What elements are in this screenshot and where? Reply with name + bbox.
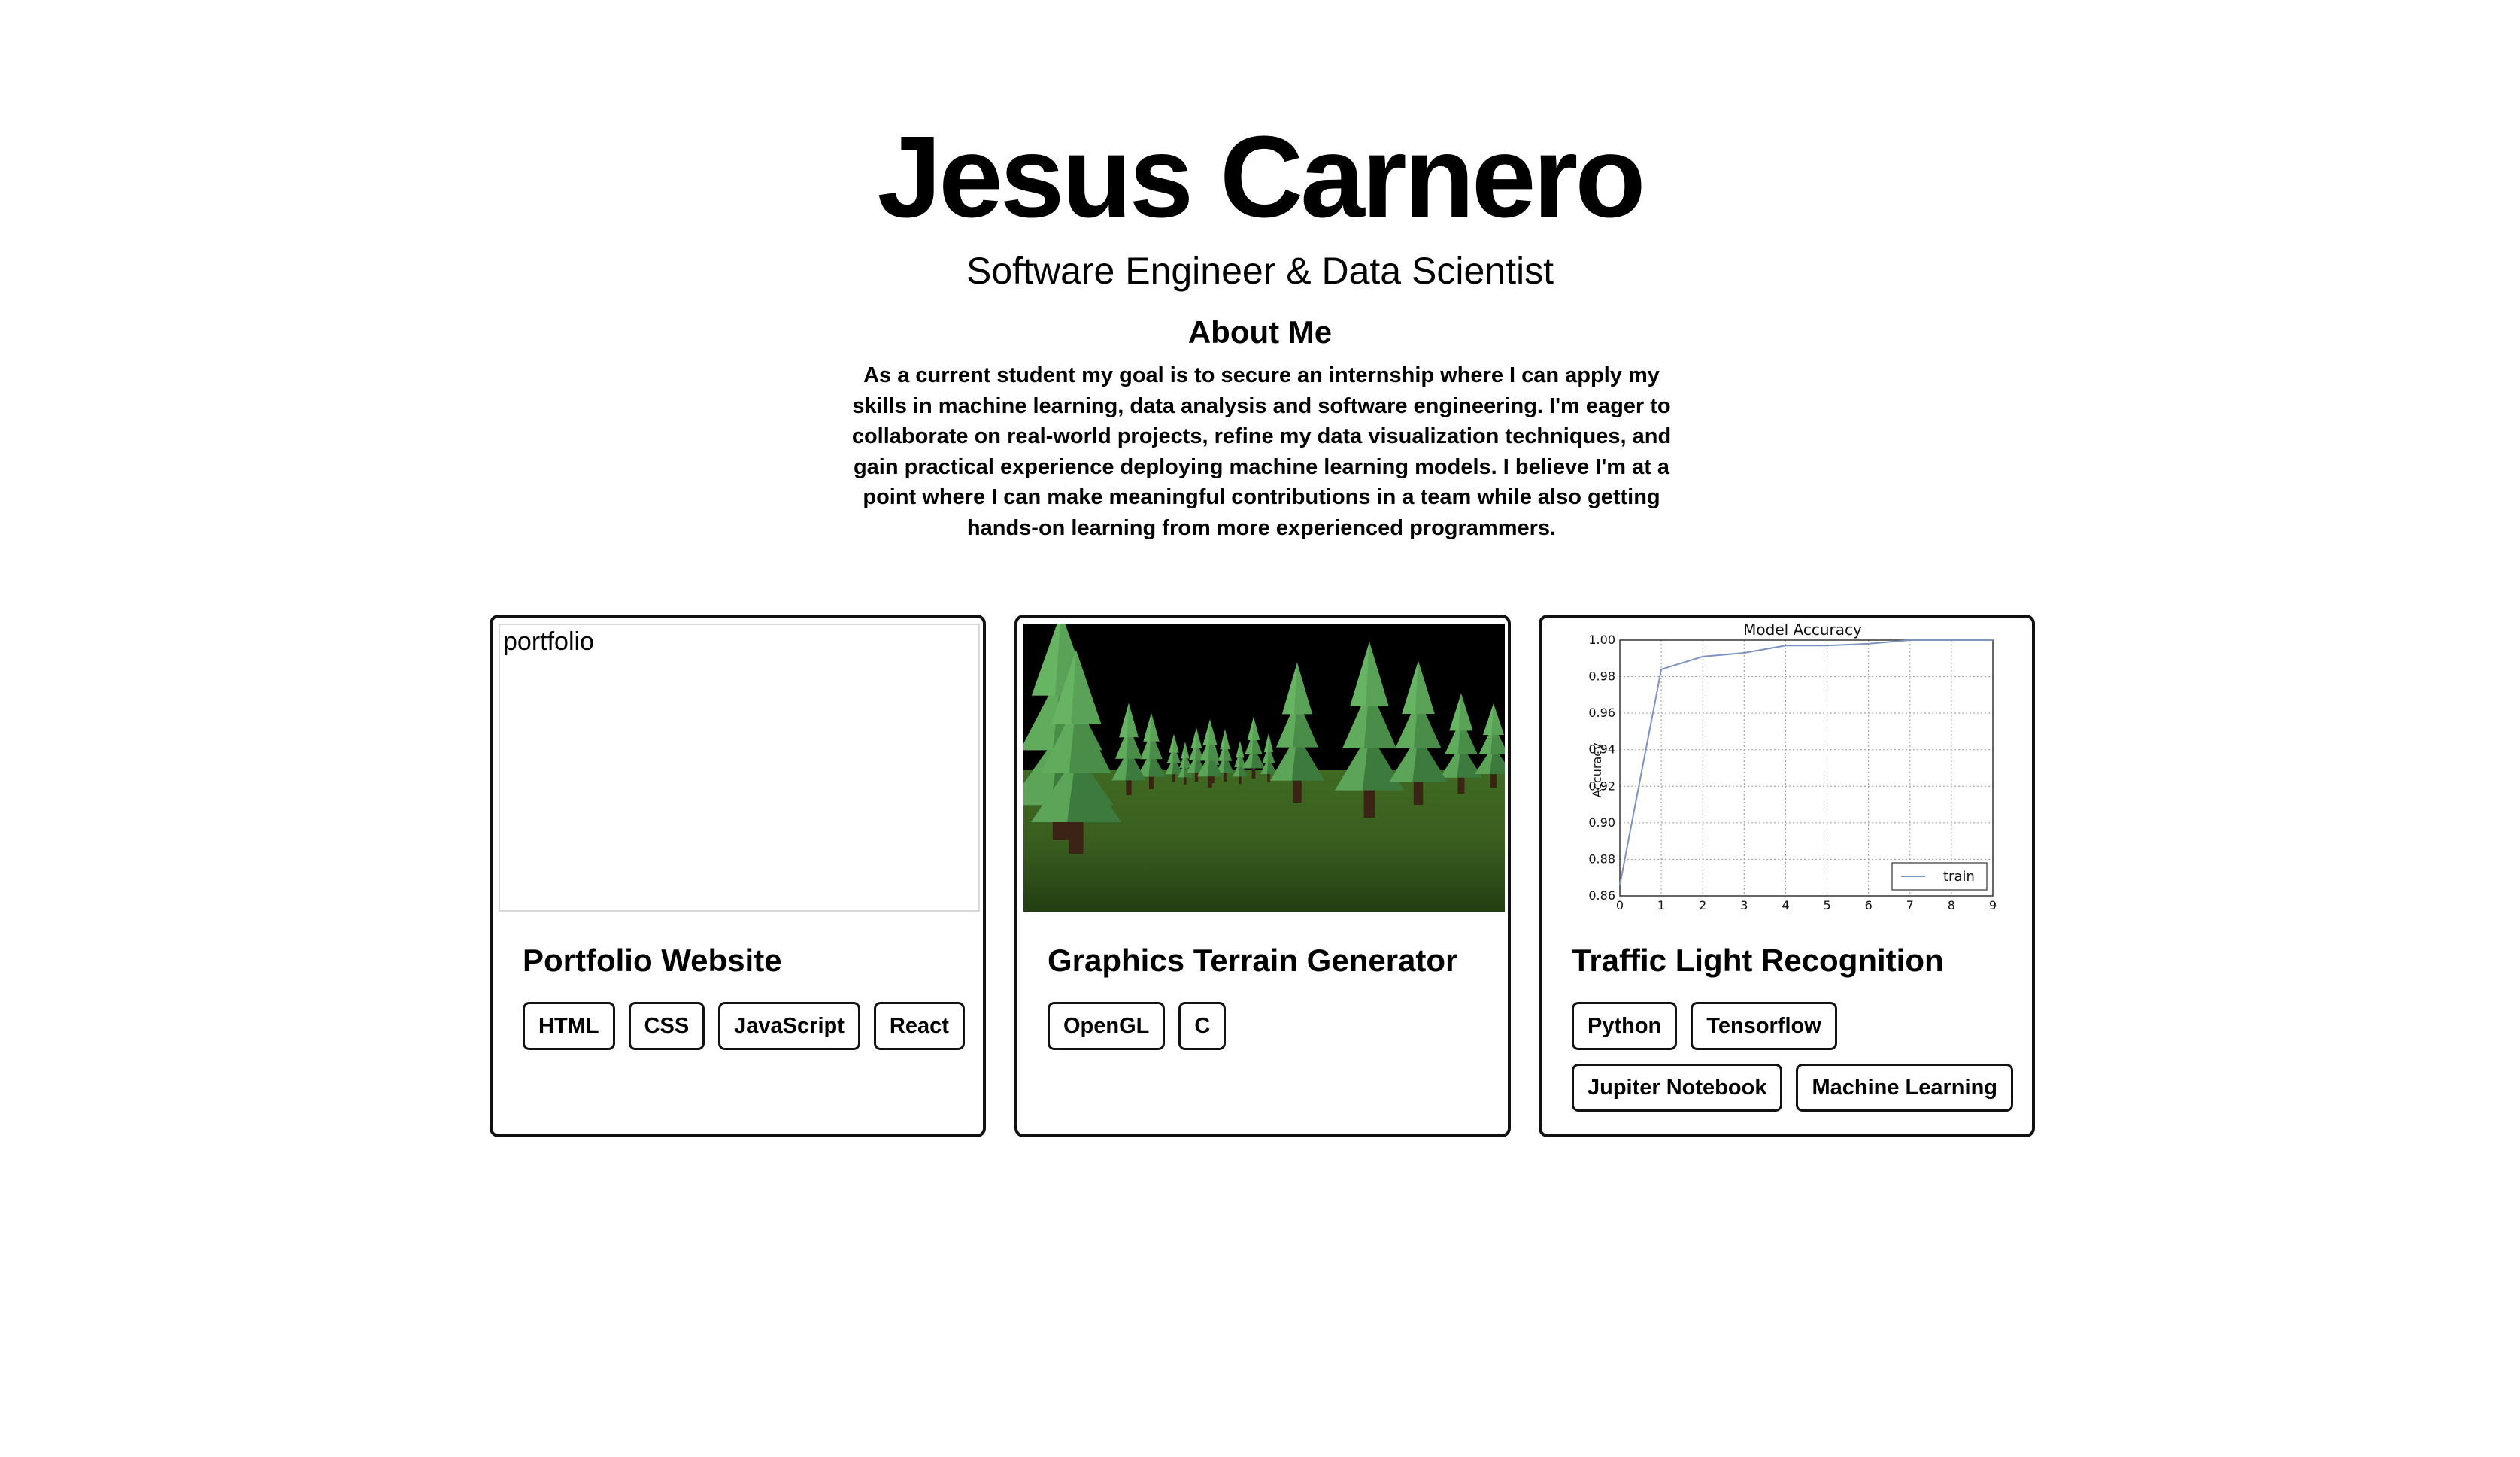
x-tick-label: 1: [1657, 898, 1665, 912]
tag-list: HTML CSS JavaScript React: [523, 1002, 968, 1050]
tag-list: OpenGL C: [1048, 1002, 1493, 1050]
project-card-portfolio[interactable]: portfolio Portfolio Website HTML CSS Jav…: [490, 615, 986, 1137]
x-tick-label: 4: [1782, 898, 1789, 912]
tag-list: Python Tensorflow Jupiter Notebook Machi…: [1572, 1002, 2017, 1112]
project-card-traffic[interactable]: Model Accuracy Accuracy 0 1 2 3 4 5 6 7 8 9 0.86 0.…: [1539, 615, 2035, 1137]
y-tick-label: 1.00: [1588, 633, 1615, 647]
tag-html[interactable]: HTML: [523, 1002, 615, 1050]
tree-trunk: [1069, 819, 1084, 854]
x-tick-label: 7: [1906, 898, 1914, 912]
tag-machine-learning[interactable]: Machine Learning: [1796, 1064, 2014, 1112]
y-tick-label: 0.88: [1588, 851, 1615, 866]
y-tick-label: 0.92: [1588, 779, 1615, 793]
tag-opengl[interactable]: OpenGL: [1048, 1002, 1166, 1050]
page-title: Jesus Carnero: [877, 112, 1646, 241]
chart-title: Model Accuracy: [1743, 624, 1862, 639]
y-tick-label: 0.94: [1588, 742, 1615, 757]
project-title: Traffic Light Recognition: [1572, 942, 1944, 978]
y-tick-label: 0.98: [1588, 669, 1615, 684]
y-tick-label: 0.90: [1588, 815, 1615, 830]
about-text: As a current student my goal is to secur…: [851, 363, 1672, 540]
tree-trunk: [1293, 777, 1302, 803]
tree-trunk: [1413, 779, 1424, 805]
tag-css[interactable]: CSS: [628, 1002, 705, 1050]
y-tick-label: 0.96: [1588, 706, 1615, 720]
tag-javascript[interactable]: JavaScript: [718, 1002, 860, 1050]
project-image-portfolio: portfolio: [499, 624, 980, 912]
tree-trunk: [1363, 787, 1375, 818]
accuracy-chart: Model Accuracy Accuracy 0 1 2 3 4 5 6 7 8 90.860.…: [1548, 624, 2029, 912]
portfolio-page: Jesus Carnero Software Engineer & Data S…: [0, 0, 2520, 1457]
project-title: Portfolio Website: [523, 942, 782, 978]
x-tick-label: 3: [1740, 898, 1748, 912]
y-tick-label: 0.86: [1588, 888, 1615, 903]
tag-python[interactable]: Python: [1572, 1002, 1678, 1050]
tag-jupiter-notebook[interactable]: Jupiter Notebook: [1572, 1064, 1783, 1112]
x-tick-label: 8: [1948, 898, 1955, 912]
tag-tensorflow[interactable]: Tensorflow: [1691, 1002, 1837, 1050]
forest-scene-image: [1023, 624, 1505, 912]
about-heading: About Me: [1187, 314, 1333, 350]
tag-react[interactable]: React: [873, 1002, 965, 1050]
image-alt-text: portfolio: [503, 627, 594, 656]
x-tick-label: 5: [1823, 898, 1830, 912]
project-image-terrain: [1023, 624, 1505, 912]
x-tick-label: 2: [1699, 898, 1706, 912]
project-image-traffic: Model Accuracy Accuracy 0 1 2 3 4 5 6 7 8 9 0.86 0.…: [1548, 624, 2029, 912]
project-card-terrain[interactable]: Graphics Terrain Generator OpenGL C: [1014, 615, 1511, 1137]
tag-c[interactable]: C: [1178, 1002, 1227, 1050]
x-tick-label: 9: [1989, 898, 1997, 912]
page-subtitle: Software Engineer & Data Scientist: [966, 250, 1554, 292]
legend-label: train: [1943, 869, 1975, 885]
project-title: Graphics Terrain Generator: [1048, 942, 1458, 978]
x-tick-label: 0: [1616, 898, 1624, 912]
x-tick-label: 6: [1865, 898, 1873, 912]
